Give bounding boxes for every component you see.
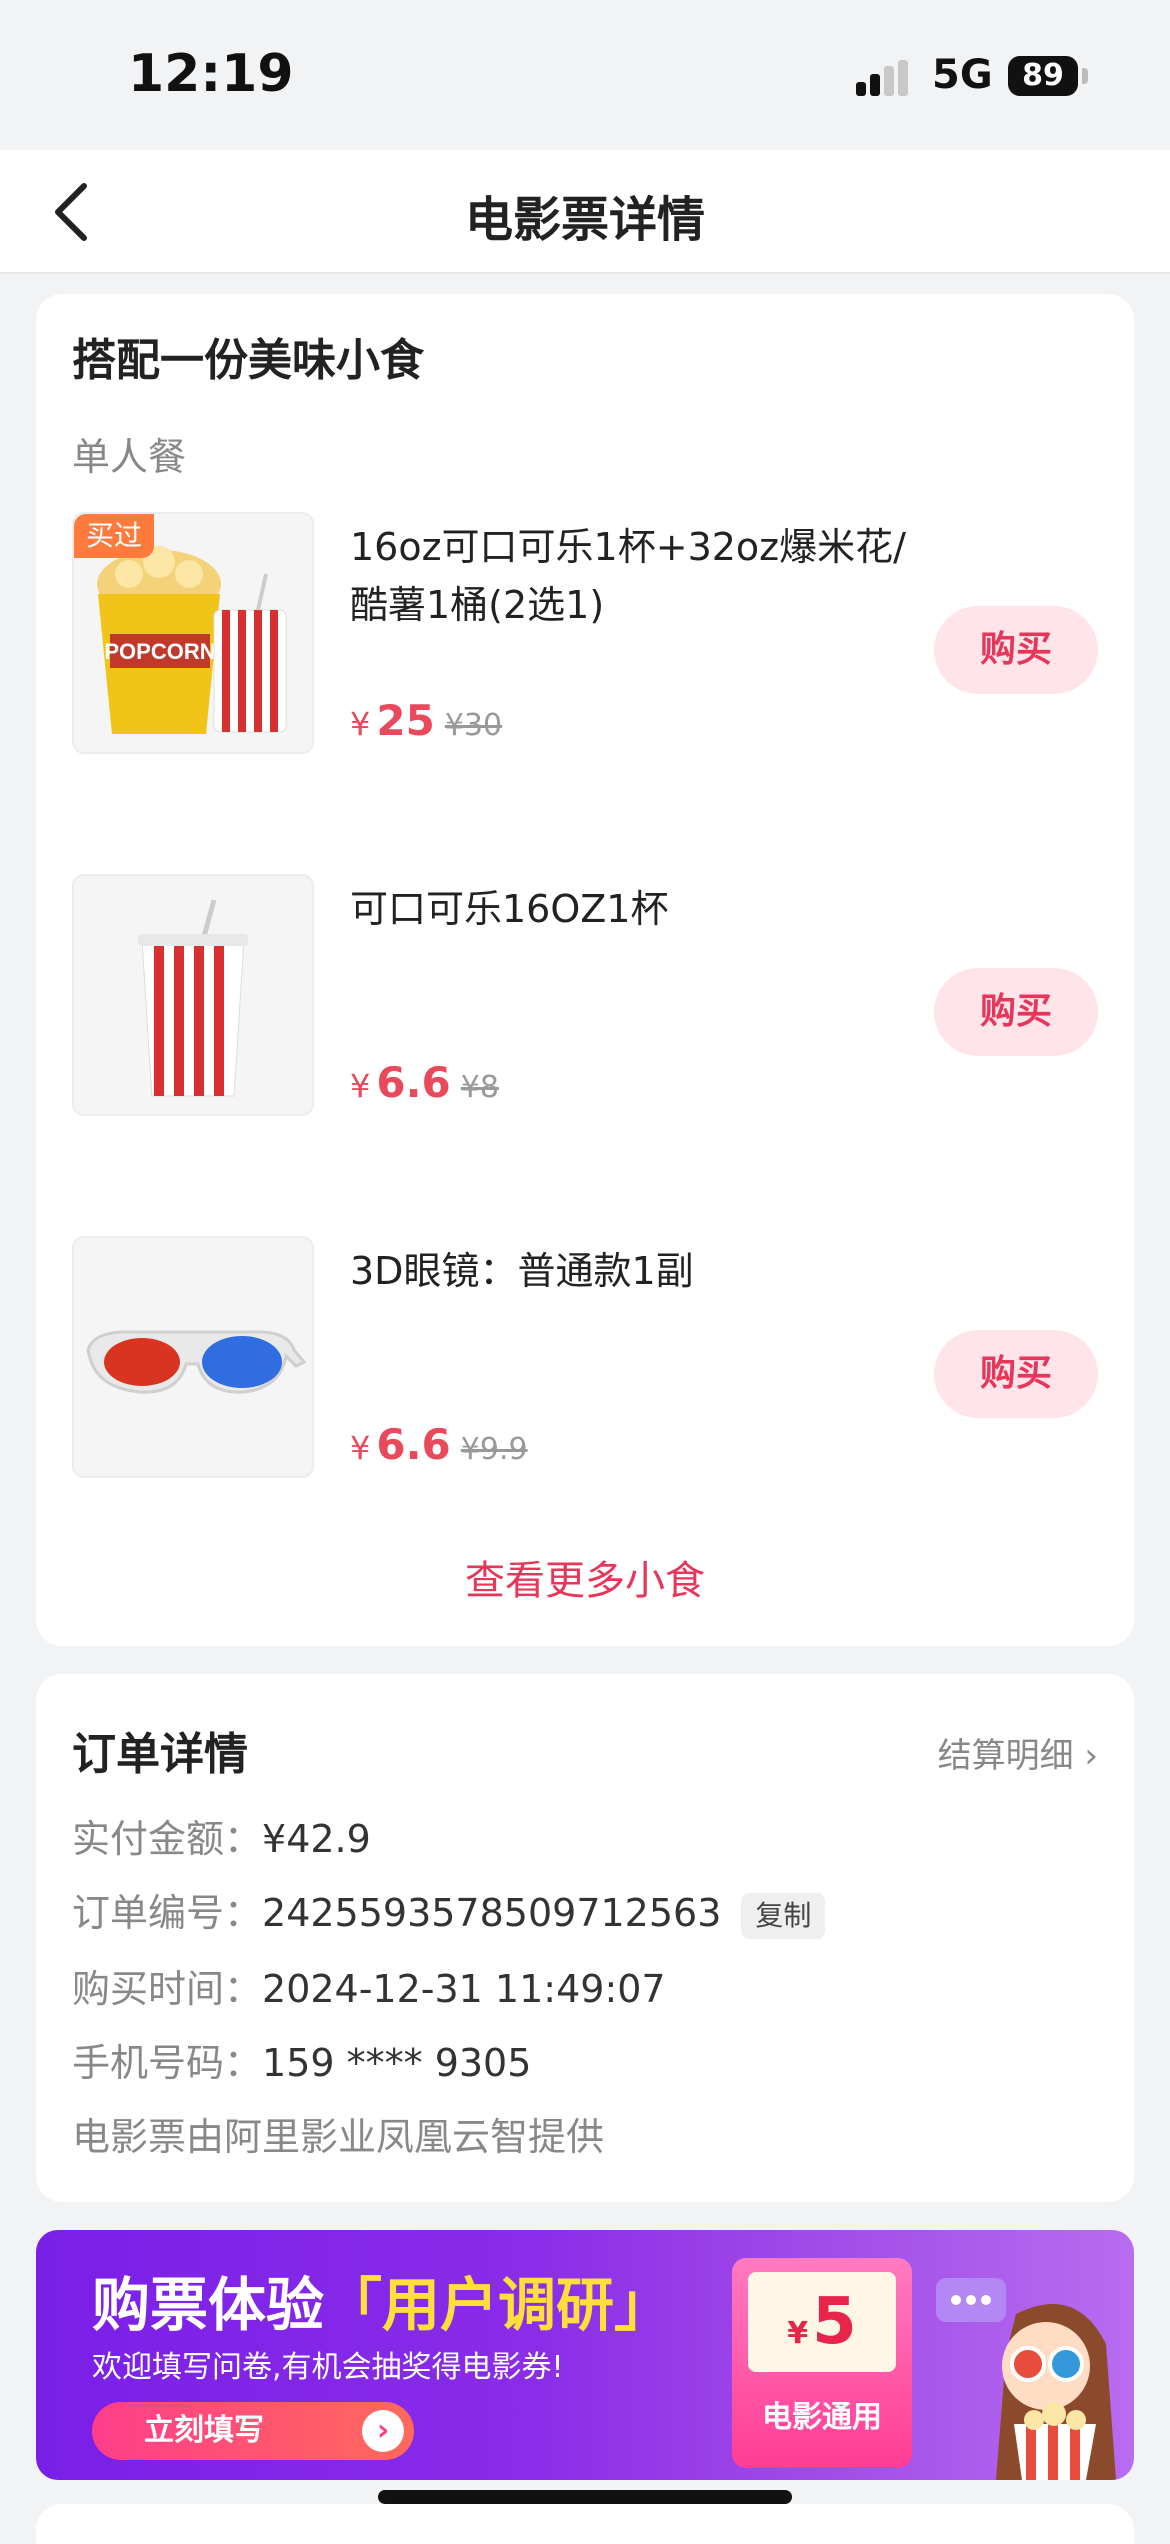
nav-bar: 电影票详情 bbox=[0, 150, 1170, 274]
price-row: ¥6.6 ¥8 bbox=[350, 1058, 499, 1107]
order-number-label: 订单编号： bbox=[72, 1891, 263, 1935]
banner-subtitle: 欢迎填写问卷,有机会抽奖得电影券! bbox=[92, 2350, 564, 2385]
settlement-details-link[interactable]: 结算明细 › bbox=[938, 1728, 1098, 1777]
banner-title: 购票体验「用户调研」 bbox=[92, 2271, 673, 2339]
order-card: 订单详情 结算明细 › 实付金额：¥42.9 订单编号：242559357850… bbox=[36, 1674, 1134, 2202]
popcorn-cola-icon: POPCORN 买过 bbox=[72, 512, 314, 754]
price-row: ¥25 ¥30 bbox=[350, 696, 502, 745]
section-label: 单人餐 bbox=[72, 435, 187, 479]
voucher-amount-box: ¥5 bbox=[748, 2272, 896, 2372]
paid-amount-row: 实付金额：¥42.9 bbox=[72, 1808, 371, 1863]
page-title: 电影票详情 bbox=[464, 192, 705, 248]
phone-row: 手机号码：159 **** 9305 bbox=[72, 2032, 531, 2087]
provider-note: 电影票由阿里影业凤凰云智提供 bbox=[72, 2115, 605, 2159]
copy-button[interactable]: 复制 bbox=[741, 1892, 826, 1939]
original-price: ¥8 bbox=[460, 1070, 499, 1105]
snack-price: ¥6.6 bbox=[350, 1420, 451, 1469]
purchase-time-value: 2024-12-31 11:49:07 bbox=[262, 1967, 666, 2011]
phone-value: 159 **** 9305 bbox=[262, 2041, 532, 2085]
status-bar: 12:19 5G 89 bbox=[0, 0, 1170, 150]
3d-glasses-icon bbox=[72, 1236, 314, 1478]
paid-amount-value: ¥42.9 bbox=[262, 1817, 371, 1861]
buy-button[interactable]: 购买 bbox=[934, 606, 1098, 694]
snack-item[interactable]: 3D眼镜：普通款1副 ¥6.6 ¥9.9 购买 bbox=[72, 1236, 1098, 1478]
voucher-card: ¥5 电影通用 bbox=[732, 2258, 912, 2468]
price-row: ¥6.6 ¥9.9 bbox=[350, 1420, 528, 1469]
order-number-row: 订单编号：2425593578509712563 复制 bbox=[72, 1882, 826, 1939]
snack-card-title: 搭配一份美味小食 bbox=[72, 335, 424, 386]
cola-cup-icon bbox=[72, 874, 314, 1116]
signal-icon bbox=[856, 60, 916, 96]
bought-badge: 买过 bbox=[74, 514, 155, 558]
purchase-time-row: 购买时间：2024-12-31 11:49:07 bbox=[72, 1958, 666, 2013]
original-price: ¥30 bbox=[444, 708, 503, 743]
purchase-time-label: 购买时间： bbox=[72, 1967, 263, 2011]
buy-button[interactable]: 购买 bbox=[934, 968, 1098, 1056]
phone-label: 手机号码： bbox=[72, 2041, 263, 2085]
arrow-right-icon: › bbox=[362, 2410, 404, 2452]
battery-icon: 89 bbox=[1008, 56, 1078, 96]
paid-amount-label: 实付金额： bbox=[72, 1817, 263, 1861]
more-snacks-link[interactable]: 查看更多小食 bbox=[36, 1548, 1134, 1606]
svg-text:POPCORN: POPCORN bbox=[104, 639, 215, 664]
next-card-edge bbox=[36, 2504, 1134, 2544]
battery-tip bbox=[1082, 68, 1088, 84]
fill-survey-button[interactable]: 立刻填写 › bbox=[92, 2402, 414, 2460]
order-card-title: 订单详情 bbox=[72, 1729, 248, 1780]
original-price: ¥9.9 bbox=[460, 1432, 528, 1467]
snack-item[interactable]: 可口可乐16OZ1杯 ¥6.6 ¥8 购买 bbox=[72, 874, 1098, 1116]
snack-item-name: 16oz可口可乐1杯+32oz爆米花/酷薯1桶(2选1) bbox=[350, 525, 906, 627]
snack-price: ¥6.6 bbox=[350, 1058, 451, 1107]
snack-item[interactable]: POPCORN 买过 16oz可口可乐1杯+32oz爆米花/酷薯1桶(2选1) … bbox=[72, 512, 1098, 754]
network-type: 5G bbox=[932, 52, 993, 98]
snack-card: 搭配一份美味小食 单人餐 POPCORN 买过 16oz可口可乐1杯+32oz爆… bbox=[36, 294, 1134, 1646]
snack-item-name: 3D眼镜：普通款1副 bbox=[350, 1249, 694, 1293]
girl-with-popcorn-icon bbox=[926, 2274, 1126, 2480]
snack-item-name: 可口可乐16OZ1杯 bbox=[350, 887, 669, 931]
order-number-value: 2425593578509712563 bbox=[262, 1891, 722, 1935]
survey-banner[interactable]: 购票体验「用户调研」 欢迎填写问卷,有机会抽奖得电影券! 立刻填写 › ¥5 电… bbox=[36, 2230, 1134, 2480]
voucher-label: 电影通用 bbox=[762, 2400, 882, 2435]
snack-price: ¥25 bbox=[350, 696, 435, 745]
buy-button[interactable]: 购买 bbox=[934, 1330, 1098, 1418]
status-time: 12:19 bbox=[128, 44, 294, 104]
home-indicator bbox=[378, 2490, 792, 2504]
